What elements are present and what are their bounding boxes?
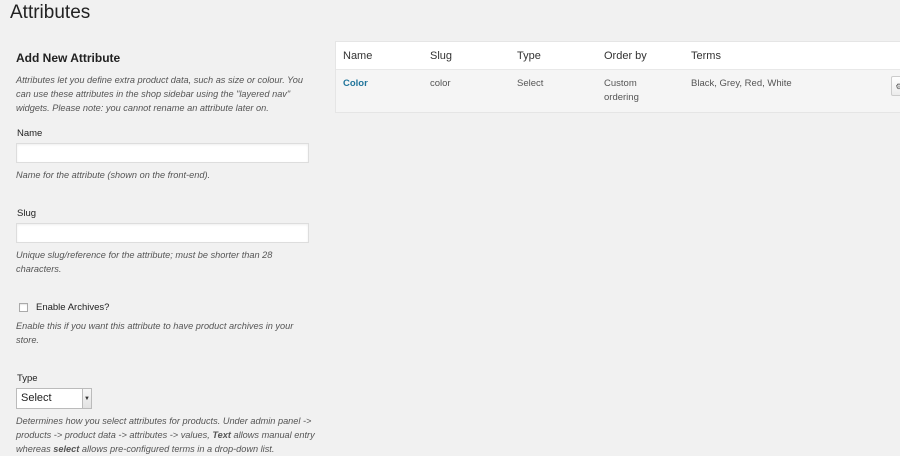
configure-terms-button[interactable]: ⚙ (891, 76, 900, 96)
slug-help: Unique slug/reference for the attribute;… (16, 250, 273, 274)
attributes-table: Name Slug Type Order by Terms Color colo… (336, 42, 900, 112)
attribute-type: Select (510, 69, 597, 112)
name-field[interactable] (16, 143, 309, 163)
select-arrow: ▼ (82, 389, 91, 408)
column-header-type: Type (510, 42, 597, 70)
chevron-down-icon: ▼ (84, 395, 90, 402)
enable-archives-checkbox[interactable] (19, 303, 28, 312)
attribute-slug: color (423, 69, 510, 112)
attribute-terms: Black, Grey, Red, White (684, 69, 900, 112)
attribute-order-by: Custom ordering (597, 69, 684, 112)
attributes-table-container: Name Slug Type Order by Terms Color colo… (335, 41, 900, 113)
table-header-row: Name Slug Type Order by Terms (336, 42, 900, 70)
gear-icon: ⚙ (895, 81, 900, 91)
archives-help: Enable this if you want this attribute t… (16, 321, 294, 345)
attribute-name[interactable]: Color (343, 78, 368, 89)
enable-archives-row: Enable Archives? (19, 302, 318, 313)
table-row: Color color Select Custom ordering Black… (336, 69, 900, 112)
column-header-terms: Terms (684, 42, 900, 70)
form-heading: Add New Attribute (16, 51, 121, 65)
slug-label: Slug (17, 208, 37, 219)
column-header-order-by: Order by (597, 42, 684, 70)
column-header-slug: Slug (423, 42, 510, 70)
add-attribute-form: Add New Attribute Attributes let you def… (16, 48, 318, 456)
type-label: Type (17, 373, 38, 384)
form-intro: Attributes let you define extra product … (16, 75, 304, 113)
column-header-name: Name (336, 42, 423, 70)
enable-archives-label: Enable Archives? (36, 302, 110, 313)
type-select-value: Select (21, 392, 52, 404)
slug-field[interactable] (16, 223, 309, 243)
name-help: Name for the attribute (shown on the fro… (16, 170, 211, 180)
type-help: Determines how you select attributes for… (16, 414, 318, 456)
page-title: Attributes (10, 2, 91, 23)
attribute-name-link[interactable]: Color (336, 69, 423, 112)
type-select[interactable]: Select ▼ (16, 388, 92, 409)
name-label: Name (17, 128, 43, 139)
type-help-text-word: Text (212, 430, 231, 440)
